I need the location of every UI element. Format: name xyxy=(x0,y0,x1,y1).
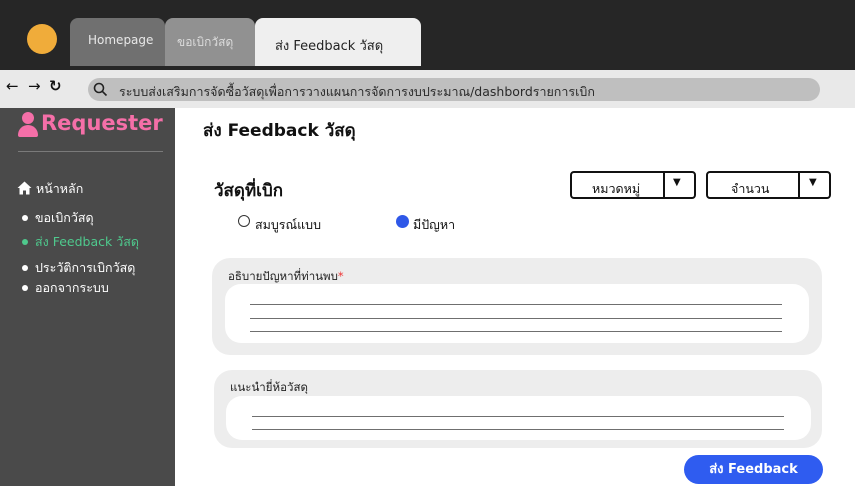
user-icon xyxy=(18,112,38,138)
problem-textarea[interactable] xyxy=(225,284,809,343)
bullet-icon xyxy=(22,285,28,291)
send-feedback-button[interactable]: ส่ง Feedback xyxy=(684,455,823,484)
sidebar-item-request-supplies[interactable]: ขอเบิกวัสดุ xyxy=(35,208,94,228)
tab-request-supplies[interactable]: ขอเบิกวัสดุ xyxy=(165,18,255,66)
radio-problem-label[interactable]: มีปัญหา xyxy=(413,215,455,235)
search-icon xyxy=(93,82,108,97)
bullet-icon xyxy=(22,215,28,221)
window-control-icon[interactable] xyxy=(27,24,57,54)
tab-homepage[interactable]: Homepage xyxy=(70,18,165,66)
text-line xyxy=(250,318,782,319)
sidebar-item-send-feedback[interactable]: ส่ง Feedback วัสดุ xyxy=(35,232,139,252)
radio-perfect[interactable] xyxy=(238,215,250,227)
radio-perfect-label[interactable]: สมบูรณ์แบบ xyxy=(255,215,321,235)
category-dropdown-label: หมวดหมู่ xyxy=(592,181,641,196)
bullet-icon xyxy=(22,265,28,271)
back-arrow-icon[interactable]: ← xyxy=(6,77,19,95)
sidebar-item-logout[interactable]: ออกจากระบบ xyxy=(35,278,109,298)
forward-arrow-icon[interactable]: → xyxy=(28,77,41,95)
url-text: ระบบส่งเสริมการจัดซื้อวัสดุเพื่อการวางแผ… xyxy=(119,84,595,99)
suggest-field-label: แนะนำยี่ห้อวัสดุ xyxy=(230,380,308,394)
text-line xyxy=(250,331,782,332)
text-line xyxy=(252,429,784,430)
chevron-down-icon[interactable]: ▼ xyxy=(809,177,817,188)
bullet-icon xyxy=(22,239,28,245)
chevron-down-icon[interactable]: ▼ xyxy=(673,177,681,188)
brand-title: Requester xyxy=(41,111,163,135)
radio-problem[interactable] xyxy=(396,215,409,228)
page-title: ส่ง Feedback วัสดุ xyxy=(203,121,356,141)
refresh-icon[interactable]: ↻ xyxy=(49,77,62,95)
sidebar-item-history[interactable]: ประวัติการเบิกวัสดุ xyxy=(35,258,135,278)
sidebar-item-home[interactable]: หน้าหลัก xyxy=(36,179,83,199)
suggest-textarea[interactable] xyxy=(226,396,811,440)
dropdown-divider xyxy=(798,173,800,197)
section-title: วัสดุที่เบิก xyxy=(214,181,284,201)
home-icon xyxy=(17,181,32,195)
dropdown-divider xyxy=(663,173,665,197)
text-line xyxy=(252,416,784,417)
tab-send-feedback[interactable]: ส่ง Feedback วัสดุ xyxy=(255,18,421,66)
quantity-dropdown-label: จำนวน xyxy=(731,181,770,196)
text-line xyxy=(250,304,782,305)
sidebar-divider xyxy=(18,151,163,152)
